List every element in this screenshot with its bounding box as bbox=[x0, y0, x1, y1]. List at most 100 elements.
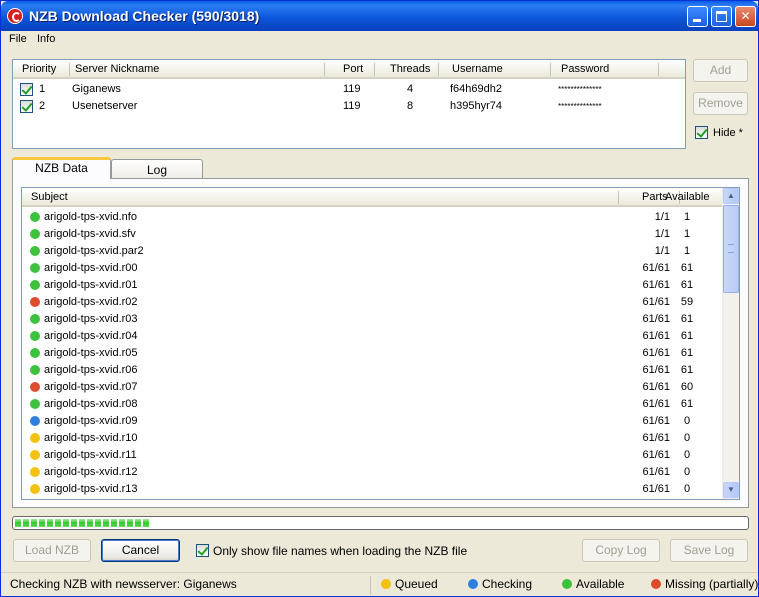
col-username[interactable]: Username bbox=[452, 63, 503, 75]
nzb-file-row[interactable]: arigold-tps-xvid.r05 61/61 61 bbox=[22, 345, 722, 362]
file-subject: arigold-tps-xvid.sfv bbox=[44, 228, 136, 240]
cancel-button[interactable]: Cancel bbox=[101, 539, 180, 562]
col-threads[interactable]: Threads bbox=[390, 63, 430, 75]
queued-dot-icon bbox=[381, 579, 391, 589]
file-available: 61 bbox=[680, 364, 694, 376]
column-divider[interactable] bbox=[324, 63, 325, 76]
server-password: ************** bbox=[558, 85, 602, 94]
nzb-file-row[interactable]: arigold-tps-xvid.r02 61/61 59 bbox=[22, 294, 722, 311]
scroll-down-button[interactable]: ▼ bbox=[723, 482, 739, 498]
nzb-file-row[interactable]: arigold-tps-xvid.r12 61/61 0 bbox=[22, 464, 722, 481]
file-subject: arigold-tps-xvid.r03 bbox=[44, 313, 138, 325]
status-dot-icon bbox=[30, 314, 40, 324]
hide-checkbox[interactable] bbox=[695, 126, 708, 139]
server-row[interactable]: 1 Giganews 119 4 f64h69dh2 *************… bbox=[13, 81, 685, 98]
title-bar[interactable]: NZB Download Checker (590/3018) ✕ bbox=[1, 1, 758, 31]
file-parts: 61/61 bbox=[642, 466, 670, 478]
column-divider[interactable] bbox=[618, 191, 619, 204]
nzb-file-row[interactable]: arigold-tps-xvid.par2 1/1 1 bbox=[22, 243, 722, 260]
file-available: 61 bbox=[680, 398, 694, 410]
nzb-file-row[interactable]: arigold-tps-xvid.r03 61/61 61 bbox=[22, 311, 722, 328]
status-dot-icon bbox=[30, 365, 40, 375]
missing-dot-icon bbox=[651, 579, 661, 589]
col-subject[interactable]: Subject bbox=[31, 191, 68, 203]
server-list[interactable]: Priority Server Nickname Port Threads Us… bbox=[12, 59, 686, 149]
server-threads: 8 bbox=[407, 100, 414, 112]
nzb-file-row[interactable]: arigold-tps-xvid.r04 61/61 61 bbox=[22, 328, 722, 345]
col-password[interactable]: Password bbox=[561, 63, 609, 75]
close-button[interactable]: ✕ bbox=[735, 6, 756, 27]
nzb-file-row[interactable]: arigold-tps-xvid.r07 61/61 60 bbox=[22, 379, 722, 396]
save-log-button[interactable]: Save Log bbox=[670, 539, 748, 562]
app-icon bbox=[7, 8, 23, 24]
file-subject: arigold-tps-xvid.r12 bbox=[44, 466, 138, 478]
remove-server-button[interactable]: Remove bbox=[693, 92, 748, 115]
tab-log[interactable]: Log bbox=[111, 159, 203, 180]
copy-log-button[interactable]: Copy Log bbox=[582, 539, 660, 562]
file-parts: 61/61 bbox=[642, 279, 670, 291]
legend-missing: Missing (partially) bbox=[665, 577, 759, 591]
progress-block bbox=[63, 519, 69, 527]
file-parts: 61/61 bbox=[642, 398, 670, 410]
add-server-button[interactable]: Add bbox=[693, 59, 748, 82]
col-priority[interactable]: Priority bbox=[22, 63, 56, 75]
col-server-nickname[interactable]: Server Nickname bbox=[75, 63, 159, 75]
file-subject: arigold-tps-xvid.r08 bbox=[44, 398, 138, 410]
column-divider[interactable] bbox=[69, 63, 70, 76]
scroll-up-button[interactable]: ▲ bbox=[723, 188, 739, 204]
only-file-names-checkbox[interactable] bbox=[196, 544, 209, 557]
nzb-file-row[interactable]: arigold-tps-xvid.r08 61/61 61 bbox=[22, 396, 722, 413]
scroll-thumb[interactable] bbox=[723, 205, 739, 293]
status-dot-icon bbox=[30, 348, 40, 358]
nzb-file-row[interactable]: arigold-tps-xvid.r11 61/61 0 bbox=[22, 447, 722, 464]
hide-label: Hide * bbox=[713, 127, 743, 139]
server-enabled-checkbox[interactable] bbox=[20, 100, 33, 113]
available-dot-icon bbox=[562, 579, 572, 589]
server-row[interactable]: 2 Usenetserver 119 8 h395hyr74 *********… bbox=[13, 98, 685, 115]
maximize-button[interactable] bbox=[711, 6, 732, 27]
column-divider[interactable] bbox=[438, 63, 439, 76]
vertical-scrollbar[interactable]: ▲ ▼ bbox=[722, 188, 739, 499]
nzb-file-row[interactable]: arigold-tps-xvid.sfv 1/1 1 bbox=[22, 226, 722, 243]
col-port[interactable]: Port bbox=[343, 63, 363, 75]
progress-block bbox=[87, 519, 93, 527]
chevron-up-icon: ▲ bbox=[727, 191, 735, 200]
nzb-file-row[interactable]: arigold-tps-xvid.r00 61/61 61 bbox=[22, 260, 722, 277]
progress-block bbox=[135, 519, 141, 527]
nzb-file-row[interactable]: arigold-tps-xvid.r06 61/61 61 bbox=[22, 362, 722, 379]
status-dot-icon bbox=[30, 212, 40, 222]
menu-file[interactable]: File bbox=[9, 33, 27, 45]
nzb-file-row[interactable]: arigold-tps-xvid.r01 61/61 61 bbox=[22, 277, 722, 294]
col-parts[interactable]: Parts bbox=[642, 191, 668, 203]
file-available: 0 bbox=[683, 432, 691, 444]
tab-nzb-data[interactable]: NZB Data bbox=[12, 157, 111, 179]
nzb-file-row[interactable]: arigold-tps-xvid.r09 61/61 0 bbox=[22, 413, 722, 430]
file-available: 59 bbox=[680, 296, 694, 308]
file-subject: arigold-tps-xvid.r07 bbox=[44, 381, 138, 393]
server-threads: 4 bbox=[407, 83, 414, 95]
col-available[interactable]: Available bbox=[665, 191, 709, 203]
server-port: 119 bbox=[343, 100, 361, 112]
minimize-icon bbox=[693, 19, 701, 22]
status-dot-icon bbox=[30, 229, 40, 239]
column-divider[interactable] bbox=[550, 63, 551, 76]
file-parts: 61/61 bbox=[642, 364, 670, 376]
legend-checking: Checking bbox=[482, 577, 533, 591]
column-divider[interactable] bbox=[374, 63, 375, 76]
file-subject: arigold-tps-xvid.r04 bbox=[44, 330, 138, 342]
file-subject: arigold-tps-xvid.r02 bbox=[44, 296, 138, 308]
column-divider[interactable] bbox=[658, 63, 659, 76]
load-nzb-button[interactable]: Load NZB bbox=[13, 539, 91, 562]
progress-block bbox=[95, 519, 101, 527]
menu-info[interactable]: Info bbox=[37, 33, 55, 45]
only-file-names-label: Only show file names when loading the NZ… bbox=[213, 544, 468, 558]
nzb-file-list[interactable]: Subject Parts Available arigold-tps-xvid… bbox=[21, 187, 740, 500]
progress-block bbox=[103, 519, 109, 527]
minimize-button[interactable] bbox=[687, 6, 708, 27]
nzb-file-row[interactable]: arigold-tps-xvid.r13 61/61 0 bbox=[22, 481, 722, 498]
nzb-file-row[interactable]: arigold-tps-xvid.nfo 1/1 1 bbox=[22, 209, 722, 226]
file-available: 0 bbox=[683, 483, 691, 495]
nzb-file-row[interactable]: arigold-tps-xvid.r10 61/61 0 bbox=[22, 430, 722, 447]
server-enabled-checkbox[interactable] bbox=[20, 83, 33, 96]
status-dot-icon bbox=[30, 280, 40, 290]
